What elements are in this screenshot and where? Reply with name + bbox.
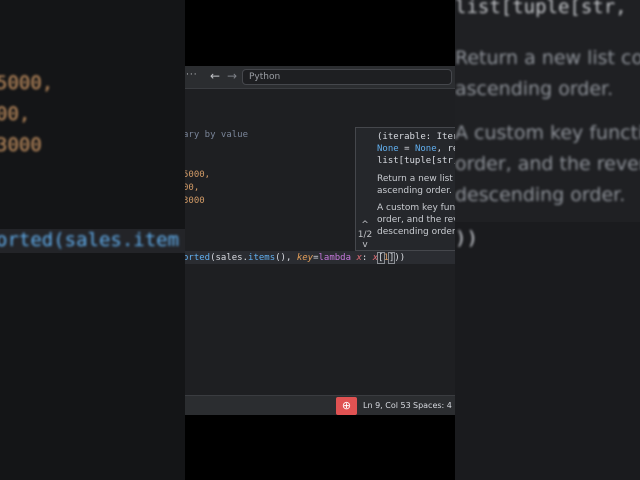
bg-line-close: )): [455, 227, 478, 249]
code-value-1: 5000,: [185, 170, 211, 180]
sig-none-2: None: [414, 144, 437, 154]
code-editor[interactable]: ary by value 5000, 00, 3000 orted(sales.…: [185, 88, 455, 397]
bg-value-3: 3000: [0, 134, 42, 156]
code-colon: :: [361, 253, 373, 263]
title-bar: ··· ← → Python: [185, 66, 455, 89]
search-placeholder: Python: [249, 72, 281, 82]
code-call: (),: [275, 253, 297, 263]
code-value-2: 00,: [185, 183, 200, 193]
back-arrow-icon[interactable]: ←: [210, 69, 220, 83]
background-zoom-right: list[tuple[str, Return a new list co asc…: [455, 0, 640, 480]
bg-desc-2c: descending order.: [455, 184, 626, 206]
cursor-position[interactable]: Ln 9, Col 53: [363, 401, 411, 410]
desc-1a: Return a new list co: [377, 174, 455, 184]
forward-arrow-icon[interactable]: →: [227, 69, 237, 83]
zoom-icon[interactable]: ⊕: [336, 397, 357, 415]
background-zoom-left: 5000, 00, 3000 orted(sales.item: [0, 0, 185, 480]
signature-text: (iterable: Itera None = None, rev list[t…: [377, 131, 455, 238]
indentation-spaces[interactable]: Spaces: 4: [413, 401, 452, 410]
bg-desc-2a: A custom key functio: [455, 122, 640, 144]
bg-signature: list[tuple[str,: [455, 0, 627, 18]
status-bar: ⊕ Ln 9, Col 53 Spaces: 4: [185, 395, 455, 415]
bg-code-line: orted(sales.item: [0, 229, 180, 251]
code-kw-key: key: [296, 253, 314, 263]
bg-value-1: 5000,: [0, 72, 54, 94]
bg-desc-1a: Return a new list co: [455, 47, 640, 69]
desc-2a: A custom key functi: [377, 203, 455, 213]
code-fn-items: items: [248, 253, 276, 263]
bg-desc-1b: ascending order.: [455, 78, 614, 100]
chevron-up-icon[interactable]: ^: [357, 220, 373, 230]
code-current-line: orted(sales.items(), key=lambda x: x[1])…: [185, 252, 405, 264]
signature-nav: ^ 1/2 v: [357, 220, 373, 250]
desc-2b: order, and the rever: [377, 215, 455, 225]
menu-icon[interactable]: ···: [186, 70, 198, 80]
bg-value-2: 00,: [0, 103, 31, 125]
code-value-3: 3000: [185, 196, 205, 206]
signature-counter: 1/2: [357, 230, 373, 240]
bg-desc-2b: order, and the rever: [455, 153, 640, 175]
desc-1b: ascending order.: [377, 186, 452, 196]
sig-eq: =: [398, 144, 415, 154]
signature-help-popup: ^ 1/2 v (iterable: Itera None = None, re…: [355, 127, 455, 251]
signature-line-1: (iterable: Itera: [377, 131, 455, 143]
code-close: )): [394, 253, 406, 263]
code-lambda: lambda: [318, 253, 357, 263]
code-open: (sales.: [210, 253, 249, 263]
chevron-down-icon[interactable]: v: [357, 240, 373, 250]
sig-none-1: None: [377, 144, 399, 154]
signature-line-2: None = None, rev: [377, 143, 455, 155]
command-center-search[interactable]: Python: [242, 69, 452, 85]
signature-line-3: list[tuple[str,: [377, 156, 455, 166]
desc-2c: descending order.: [377, 227, 455, 237]
sig-param-rev: , rev: [436, 144, 455, 154]
signature-desc-1: Return a new list co ascending order.: [377, 173, 455, 197]
code-fn-sorted: orted: [185, 253, 211, 263]
editor-window: ··· ← → Python ary by value 5000, 00, 30…: [185, 66, 455, 415]
sig-param-iterable: iterable: Itera: [382, 132, 455, 142]
code-comment: ary by value: [185, 130, 249, 140]
signature-desc-2: A custom key functi order, and the rever…: [377, 202, 455, 238]
